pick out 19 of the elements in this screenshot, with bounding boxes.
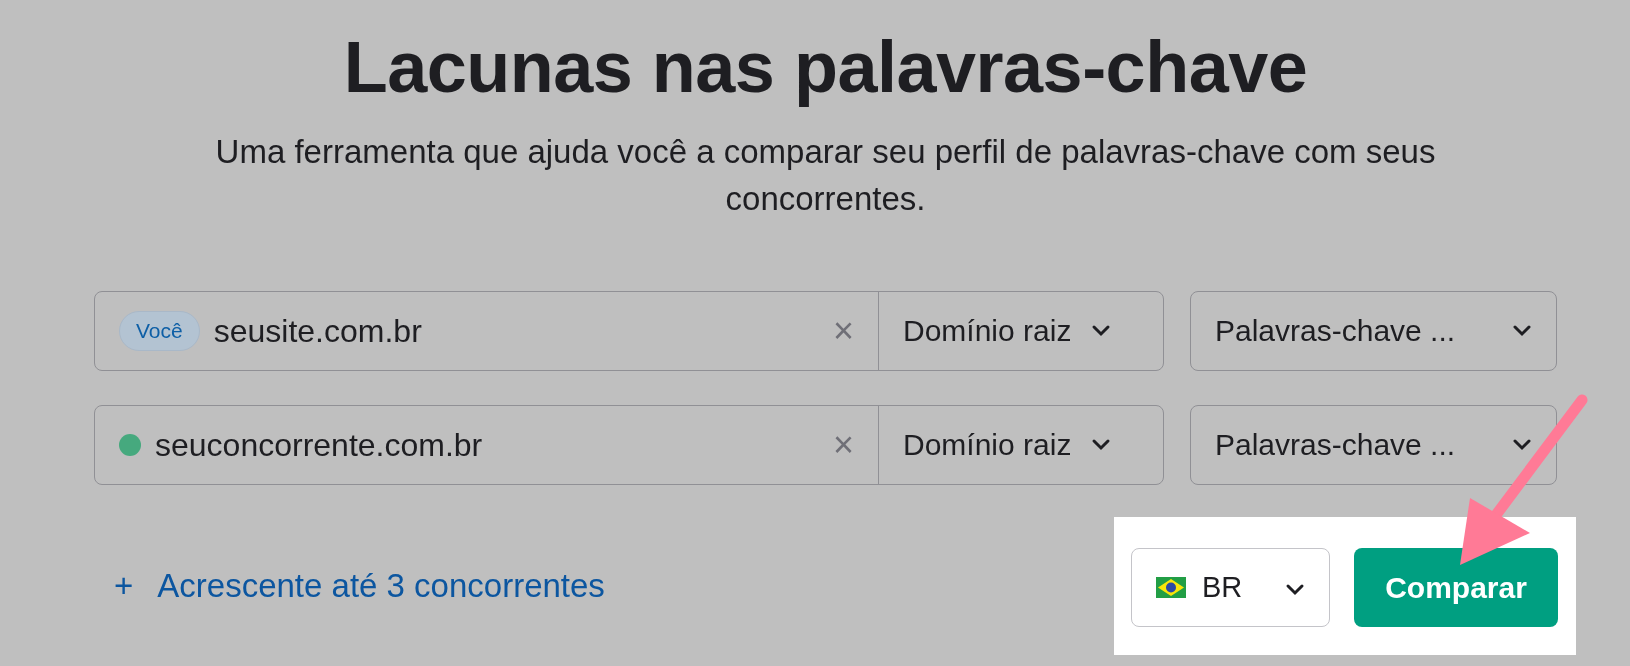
add-competitors-link[interactable]: + Acrescente até 3 concorrentes: [114, 561, 605, 611]
keyword-type-dropdown[interactable]: Palavras-chave ...: [1190, 290, 1557, 371]
chevron-down-icon: [1512, 438, 1532, 452]
scope-dropdown[interactable]: Domínio raiz: [879, 405, 1163, 484]
domain-field[interactable]: seuconcorrente.com.br ×: [95, 405, 879, 484]
flag-icon: [1156, 576, 1186, 598]
domain-field[interactable]: Você seusite.com.br ×: [95, 291, 879, 370]
domain-value: seusite.com.br: [213, 311, 422, 351]
chevron-down-icon: [1285, 582, 1305, 596]
you-tag: Você: [119, 311, 200, 351]
country-dropdown[interactable]: BR: [1131, 547, 1330, 627]
scope-dropdown[interactable]: Domínio raiz: [879, 291, 1163, 370]
chevron-down-icon: [1091, 438, 1112, 452]
chevron-down-icon: [1091, 324, 1112, 338]
keyword-type-dropdown[interactable]: Palavras-chave ...: [1190, 404, 1557, 485]
page-description: Uma ferramenta que ajuda você a comparar seu perfil de palavras-chave com seus concorrentes.: [214, 132, 1437, 220]
page-title: Lacunas nas palavras-chave: [342, 28, 1309, 108]
domain-value: seuconcorrente.com.br: [155, 425, 483, 465]
chevron-down-icon: [1512, 324, 1532, 338]
